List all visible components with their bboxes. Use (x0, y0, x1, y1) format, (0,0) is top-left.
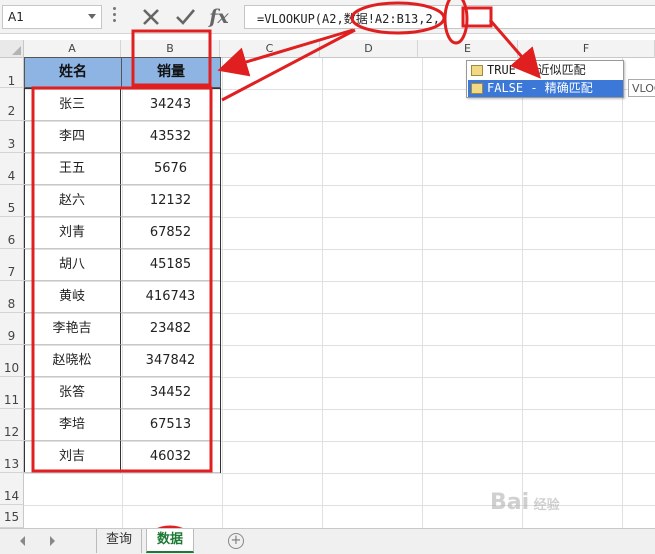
annotation-ellipse-range (350, 1, 446, 35)
annotation-box-names (31, 86, 213, 473)
chevron-left-icon[interactable] (20, 536, 25, 546)
add-sheet-icon[interactable]: + (228, 533, 244, 549)
annotation-arrow-to-dropdown (488, 19, 541, 79)
annotation-line-to-range (221, 28, 356, 102)
chevron-right-icon[interactable] (50, 536, 55, 546)
annotation-overlay (31, 0, 541, 554)
watermark-logo: Bai 经验 (490, 490, 560, 515)
sheet-tab-bar: 查询 数据 + (0, 528, 655, 554)
annotation-box-sales-header (131, 29, 212, 87)
sheet-tab-query[interactable]: 查询 (96, 529, 142, 553)
sheet-tab-data[interactable]: 数据 (146, 529, 194, 553)
annotation-arrow-to-header (217, 28, 354, 77)
